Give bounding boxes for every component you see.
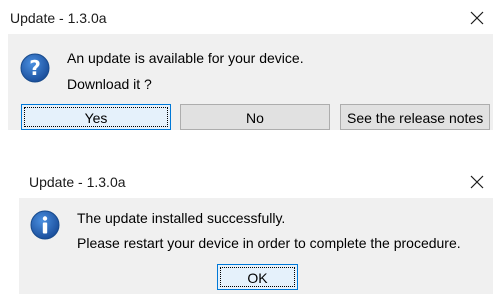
window-title: Update - 1.3.0a (29, 174, 126, 190)
title-bar: Update - 1.3.0a (0, 0, 493, 34)
dialog-body: The update installed successfully. Pleas… (19, 198, 493, 294)
yes-button[interactable]: Yes (21, 104, 171, 130)
message-line-2: Download it ? (67, 76, 152, 92)
message-line-1: An update is available for your device. (67, 50, 304, 66)
window-title: Update - 1.3.0a (10, 10, 107, 26)
message-line-2: Please restart your device in order to c… (77, 235, 461, 251)
release-notes-button[interactable]: See the release notes (340, 104, 490, 130)
update-success-dialog: Update - 1.3.0a The update installed suc… (0, 164, 493, 300)
close-icon[interactable] (470, 175, 484, 189)
svg-text:?: ? (29, 56, 41, 80)
no-button[interactable]: No (180, 104, 330, 130)
ok-button[interactable]: OK (217, 264, 298, 290)
close-icon[interactable] (470, 11, 484, 25)
update-prompt-dialog: Update - 1.3.0a ? An update is available… (0, 0, 493, 134)
message-line-1: The update installed successfully. (77, 210, 286, 226)
title-bar: Update - 1.3.0a (0, 164, 493, 198)
dialog-body: ? An update is available for your device… (8, 34, 493, 130)
information-icon (30, 210, 60, 240)
question-icon: ? (20, 53, 50, 83)
